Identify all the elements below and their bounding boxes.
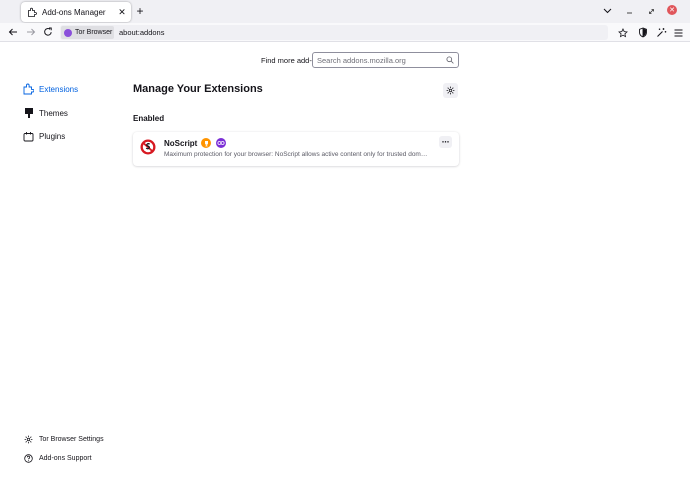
tor-onion-icon	[64, 28, 72, 37]
puzzle-icon	[23, 83, 34, 95]
security-level-shield-icon[interactable]	[637, 27, 648, 38]
tab-addons-manager[interactable]: Add-ons Manager ✕	[21, 2, 131, 22]
brush-icon	[23, 107, 34, 119]
noscript-logo-icon	[140, 139, 156, 155]
bookmark-star-icon[interactable]	[617, 27, 628, 38]
help-icon	[23, 453, 33, 463]
new-tab-button[interactable]: +	[134, 4, 146, 18]
addon-options-menu-button[interactable]: ···	[439, 136, 452, 148]
recommended-badge-icon[interactable]	[201, 138, 211, 148]
reload-icon[interactable]	[42, 26, 54, 38]
sidebar-item-label: Themes	[39, 108, 68, 118]
amo-search-box[interactable]	[312, 52, 459, 68]
puzzle-icon	[27, 7, 37, 17]
tab-bar: Add-ons Manager ✕ + ✕	[0, 0, 690, 23]
tools-gear-button[interactable]	[443, 83, 458, 98]
search-icon[interactable]	[445, 56, 454, 65]
minimize-window-icon[interactable]	[624, 6, 634, 16]
navigation-toolbar: Tor Browser about:addons	[0, 23, 690, 42]
url-bar[interactable]: Tor Browser about:addons	[60, 25, 608, 40]
list-all-tabs-icon[interactable]	[602, 5, 612, 17]
sidebar-item-plugins[interactable]: Plugins	[23, 129, 65, 143]
maximize-window-icon[interactable]	[646, 6, 656, 16]
close-window-icon[interactable]: ✕	[667, 5, 677, 15]
addons-support-link[interactable]: Add-ons Support	[23, 452, 92, 464]
hamburger-menu-icon[interactable]	[673, 27, 684, 38]
sidebar-item-label: Extensions	[39, 84, 79, 94]
tab-close-icon[interactable]: ✕	[117, 7, 127, 17]
sidebar-item-themes[interactable]: Themes	[23, 106, 68, 120]
sidebar-item-label: Plugins	[39, 131, 66, 141]
sidebar-item-extensions[interactable]: Extensions	[23, 82, 78, 96]
support-label: Add-ons Support	[39, 454, 92, 462]
settings-label: Tor Browser Settings	[39, 435, 104, 443]
addon-description: Maximum protection for your browser: NoS…	[164, 151, 428, 158]
tab-title: Add-ons Manager	[42, 7, 106, 17]
gear-icon	[23, 434, 33, 444]
back-arrow-icon[interactable]	[7, 26, 19, 38]
identity-label: Tor Browser	[75, 29, 113, 36]
section-heading-enabled: Enabled	[133, 114, 165, 123]
addons-page: Find more add-ons Extensions Themes Plug…	[0, 43, 690, 486]
private-browsing-badge-icon[interactable]	[216, 138, 226, 148]
plugin-icon	[23, 130, 34, 142]
addon-card-noscript[interactable]: NoScript Maximum protection for your bro…	[133, 132, 459, 166]
gear-icon	[446, 86, 455, 95]
amo-search-input[interactable]	[317, 55, 445, 65]
tor-browser-settings-link[interactable]: Tor Browser Settings	[23, 433, 104, 445]
page-title: Manage Your Extensions	[133, 83, 263, 95]
url-text[interactable]: about:addons	[119, 28, 164, 37]
new-identity-wand-icon[interactable]	[656, 27, 667, 38]
forward-arrow-icon[interactable]	[25, 26, 37, 38]
addon-name[interactable]: NoScript	[164, 139, 197, 148]
site-identity-button[interactable]: Tor Browser	[61, 26, 114, 39]
